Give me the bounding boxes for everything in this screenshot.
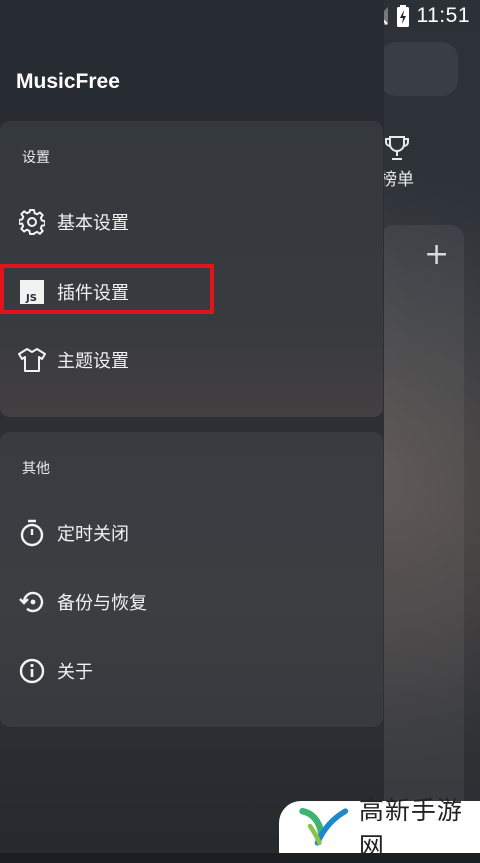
shirt-icon — [17, 345, 47, 375]
section-title-other: 其他 — [22, 461, 50, 477]
menu-item-timer[interactable]: 定时关闭 — [0, 505, 383, 561]
menu-item-backup-restore[interactable]: 备份与恢复 — [0, 574, 383, 630]
menu-item-label: 备份与恢复 — [57, 593, 147, 614]
info-icon — [17, 656, 47, 686]
search-bar[interactable] — [380, 42, 458, 96]
gear-icon — [17, 207, 47, 237]
tab-rank-label: 榜单 — [380, 170, 414, 190]
other-card: 其他 定时关闭 备份与恢复 关于 — [0, 432, 383, 727]
watermark-logo-icon — [299, 807, 349, 846]
menu-item-about[interactable]: 关于 — [0, 643, 383, 699]
backup-restore-icon — [17, 587, 47, 617]
timer-icon — [17, 518, 47, 548]
watermark-text: 高新手游网 — [358, 796, 463, 861]
playlist-card — [380, 225, 464, 825]
navigation-drawer: MusicFree 设置 基本设置 JS 插件设置 主题设置 其他 定时关闭 备… — [0, 0, 384, 853]
section-title-settings: 设置 — [22, 150, 50, 166]
menu-item-theme-settings[interactable]: 主题设置 — [0, 332, 383, 388]
menu-item-label: 定时关闭 — [57, 524, 129, 545]
add-icon[interactable]: + — [424, 240, 449, 270]
menu-item-basic-settings[interactable]: 基本设置 — [0, 194, 383, 250]
menu-item-label: 基本设置 — [57, 213, 129, 234]
battery-charging-icon — [396, 5, 409, 27]
highlight-box — [0, 264, 214, 314]
clock: 11:51 — [416, 4, 470, 27]
trophy-icon — [385, 136, 409, 160]
app-title: MusicFree — [16, 70, 120, 93]
watermark: 高新手游网 — [279, 796, 480, 861]
tab-rank[interactable]: 榜单 — [380, 135, 440, 190]
menu-item-label: 主题设置 — [57, 351, 129, 372]
menu-item-label: 关于 — [57, 662, 93, 683]
